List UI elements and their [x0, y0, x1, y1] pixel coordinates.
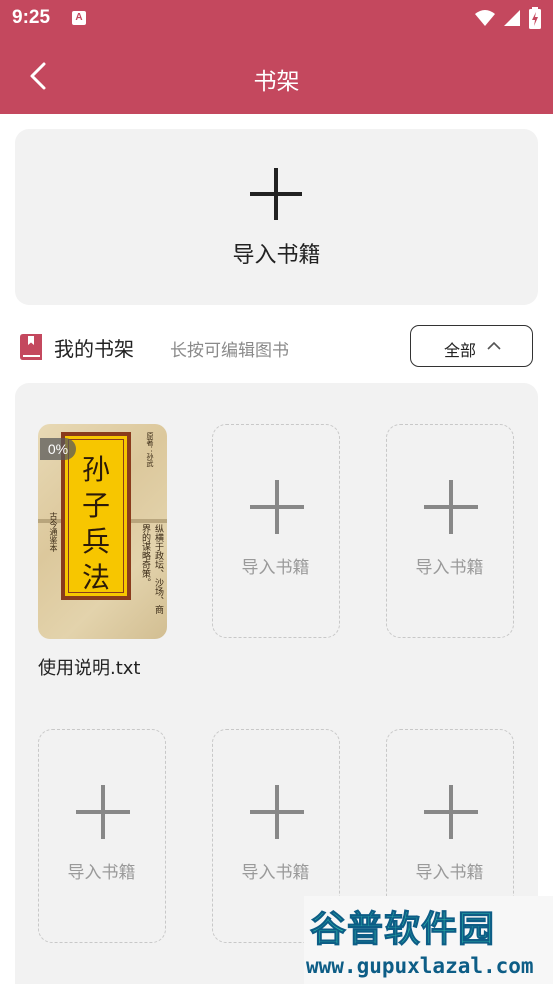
import-slot-label: 导入书籍	[415, 558, 484, 578]
cover-blurb-text-1: 纵横于政坛、沙场、商	[153, 524, 163, 614]
watermark-logo: 谷普软件园 www.gupuxlazal.com	[304, 896, 553, 984]
cover-edition-text: 古今通鉴本	[49, 512, 58, 552]
shelf-header: 我的书架 长按可编辑图书 全部	[0, 320, 553, 376]
add-icon	[424, 785, 478, 839]
watermark-url: www.gupuxlazal.com	[306, 954, 534, 978]
cover-title-char: 孙	[81, 453, 110, 486]
book-title[interactable]: 使用说明.txt	[38, 654, 141, 680]
import-slot-label: 导入书籍	[241, 863, 310, 883]
book-cover[interactable]: 孙 子 兵 法 古今通鉴本 原著：孙武 纵横于政坛、沙场、商 界的谋略奇策。 0…	[38, 424, 167, 639]
bookshelf-icon	[20, 334, 42, 360]
notification-icon: A	[72, 11, 86, 25]
add-icon	[250, 785, 304, 839]
watermark-title: 谷普软件园	[309, 909, 496, 951]
import-book-slot[interactable]: 导入书籍	[212, 424, 340, 638]
add-icon	[250, 480, 304, 534]
add-icon	[250, 168, 302, 220]
cover-title-char: 法	[81, 561, 110, 594]
import-book-slot[interactable]: 导入书籍	[38, 729, 166, 943]
signal-icon	[504, 10, 520, 26]
import-books-card[interactable]: 导入书籍	[15, 129, 538, 305]
reading-progress-badge: 0%	[40, 438, 76, 460]
import-slot-label: 导入书籍	[241, 558, 310, 578]
cover-title-char: 兵	[81, 525, 110, 558]
cover-author-text: 原著：孙武	[146, 432, 154, 467]
add-icon	[424, 480, 478, 534]
app-bar: 书架	[0, 38, 553, 114]
wifi-icon	[475, 10, 495, 26]
chevron-up-icon	[487, 341, 501, 350]
filter-dropdown[interactable]: 全部	[410, 325, 533, 367]
filter-label: 全部	[444, 341, 477, 360]
cover-blurb-text-2: 界的谋略奇策。	[140, 524, 150, 587]
cover-title-char: 子	[81, 489, 110, 522]
import-slot-label: 导入书籍	[415, 863, 484, 883]
add-icon	[76, 785, 130, 839]
import-slot-label: 导入书籍	[67, 863, 136, 883]
import-book-slot[interactable]: 导入书籍	[386, 424, 514, 638]
edit-hint: 长按可编辑图书	[170, 341, 289, 361]
battery-icon	[529, 7, 541, 29]
status-time: 9:25	[12, 7, 51, 28]
status-bar: 9:25 A	[0, 0, 553, 38]
import-books-label: 导入书籍	[232, 243, 321, 268]
page-title: 书架	[253, 69, 300, 95]
my-shelf-title: 我的书架	[54, 337, 134, 361]
